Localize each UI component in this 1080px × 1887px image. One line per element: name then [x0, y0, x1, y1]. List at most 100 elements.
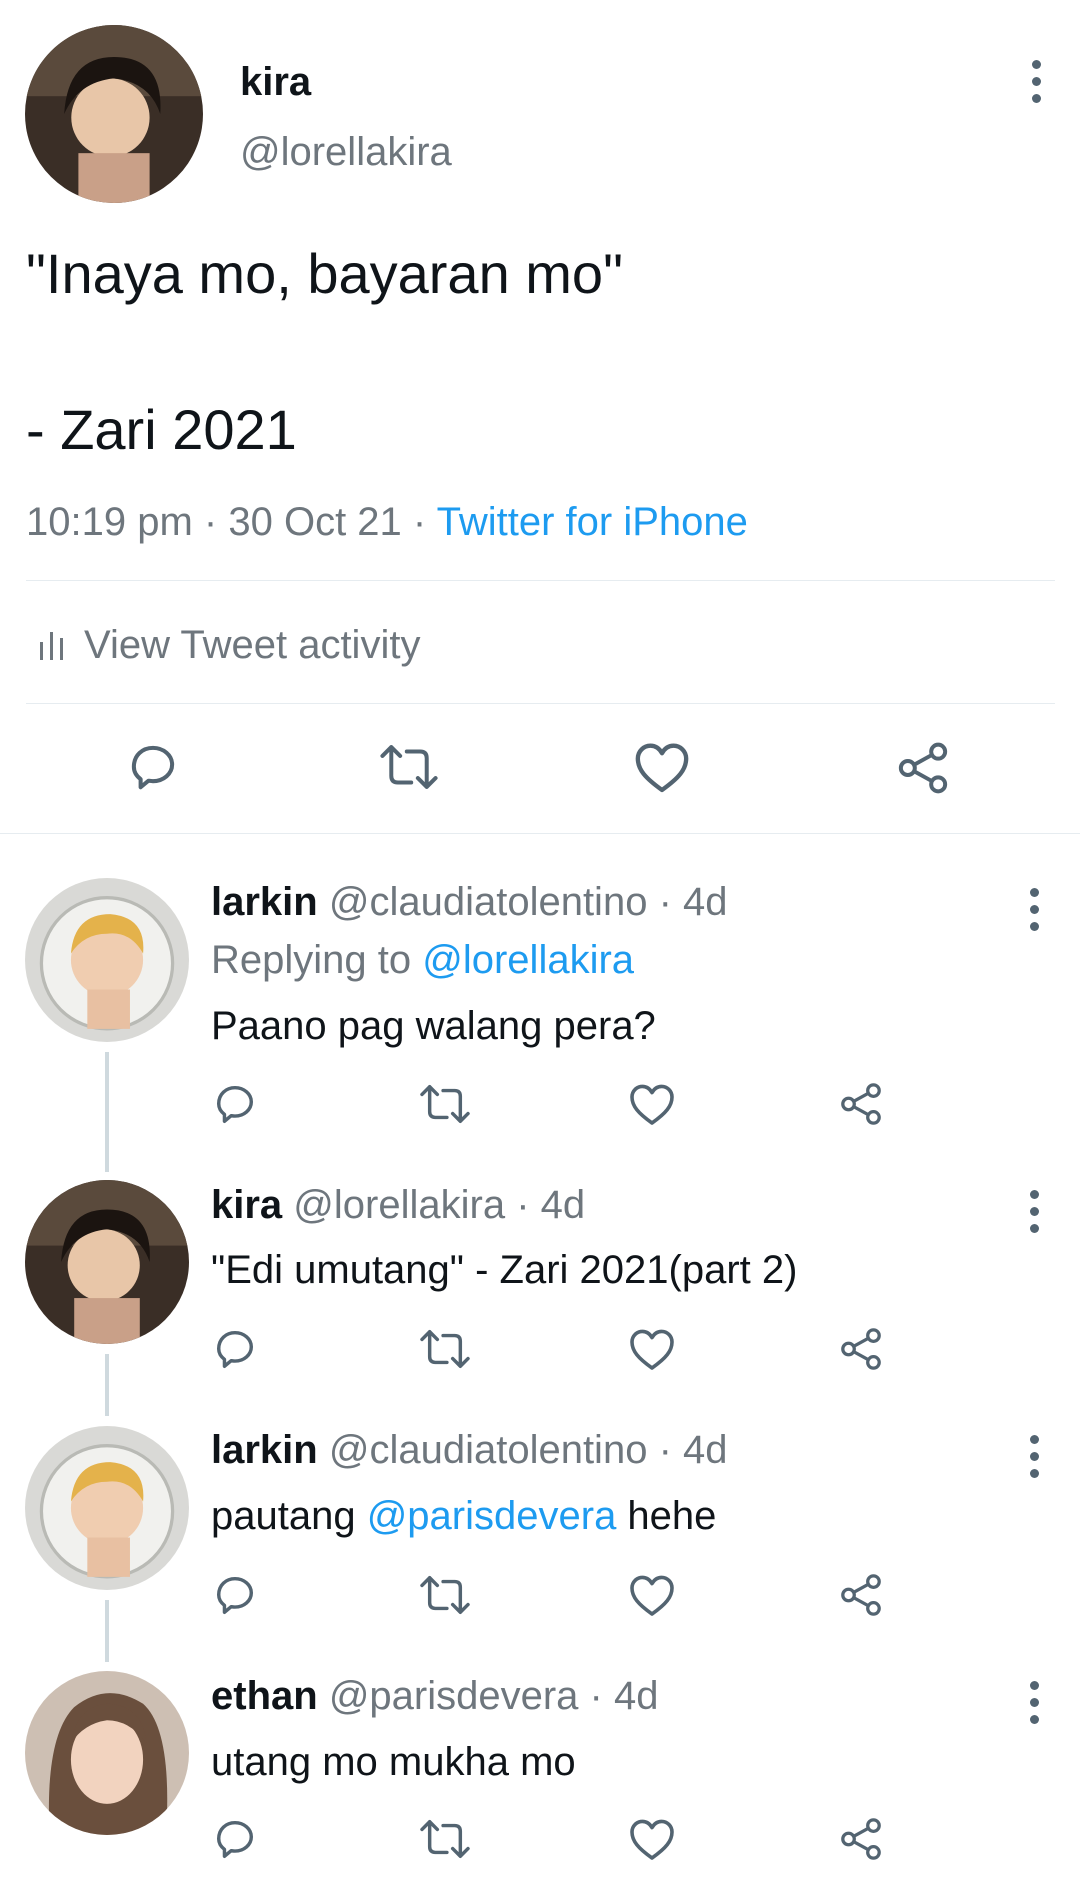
- author-handle[interactable]: @lorellakira: [293, 1183, 505, 1227]
- author-name[interactable]: ethan: [211, 1674, 318, 1718]
- more-options-button[interactable]: [1024, 1190, 1044, 1240]
- retweet-icon: [420, 1085, 470, 1123]
- reply-age: 4d: [683, 880, 728, 924]
- more-vertical-icon: [1029, 1681, 1039, 1690]
- reply-icon: [216, 1330, 254, 1368]
- reply-button[interactable]: [212, 1572, 258, 1618]
- meta-separator: ·: [412, 500, 427, 544]
- author-name[interactable]: larkin: [211, 880, 318, 924]
- share-icon: [841, 1083, 881, 1125]
- reply-text: pautang @parisdevera hehe: [211, 1494, 716, 1538]
- retweet-button[interactable]: [418, 1081, 472, 1127]
- avatar-larkin[interactable]: [25, 1426, 189, 1590]
- more-vertical-icon: [1029, 888, 1039, 897]
- author-name[interactable]: larkin: [211, 1428, 318, 1472]
- avatar-larkin[interactable]: [25, 878, 189, 1042]
- avatar-ethan[interactable]: [25, 1671, 189, 1835]
- retweet-button[interactable]: [418, 1572, 472, 1618]
- author-name[interactable]: kira: [211, 1183, 282, 1227]
- like-button[interactable]: [628, 1816, 676, 1862]
- share-button[interactable]: [895, 740, 951, 796]
- retweet-button[interactable]: [378, 740, 440, 794]
- more-options-button[interactable]: [1026, 60, 1046, 110]
- like-button[interactable]: [628, 1081, 676, 1127]
- author-name[interactable]: kira: [240, 58, 311, 106]
- more-vertical-icon: [1031, 60, 1041, 69]
- meta-separator: ·: [658, 880, 672, 924]
- meta-separator: ·: [516, 1183, 530, 1227]
- divider: [0, 833, 1080, 834]
- view-tweet-activity-label: View Tweet activity: [84, 623, 421, 667]
- reply-age: 4d: [540, 1183, 586, 1227]
- reply-button[interactable]: [212, 1081, 258, 1127]
- thread-line: [105, 1600, 109, 1662]
- replying-to-mention[interactable]: @lorellakira: [422, 938, 634, 982]
- reply-text-before: pautang: [211, 1494, 367, 1538]
- heart-icon: [630, 1575, 674, 1616]
- author-handle[interactable]: @parisdevera: [329, 1674, 579, 1718]
- retweet-button[interactable]: [418, 1816, 472, 1862]
- author-handle[interactable]: @claudiatolentino: [329, 880, 648, 924]
- tweet-source-link[interactable]: Twitter for iPhone: [437, 500, 748, 544]
- more-options-button[interactable]: [1024, 888, 1044, 938]
- meta-separator: ·: [589, 1674, 603, 1718]
- retweet-button[interactable]: [418, 1326, 472, 1372]
- reply-header: ethan @parisdevera · 4d: [211, 1674, 659, 1718]
- replying-to-prefix: Replying to: [211, 938, 412, 982]
- share-button[interactable]: [838, 1816, 884, 1862]
- heart-icon: [635, 743, 689, 793]
- tweet-meta: 10:19 pm · 30 Oct 21 · Twitter for iPhon…: [26, 498, 748, 546]
- share-button[interactable]: [838, 1326, 884, 1372]
- replying-to: Replying to @lorellakira: [211, 938, 634, 982]
- reply-age: 4d: [614, 1674, 659, 1718]
- like-button[interactable]: [633, 740, 691, 794]
- retweet-icon: [420, 1330, 470, 1368]
- reply-button[interactable]: [212, 1816, 258, 1862]
- retweet-icon: [420, 1820, 470, 1858]
- tweet-date: 30 Oct 21: [228, 500, 402, 544]
- tweet-time: 10:19 pm: [26, 500, 193, 544]
- tweet-text-line1: "Inaya mo, bayaran mo": [26, 242, 623, 305]
- retweet-icon: [380, 745, 438, 789]
- reply-text: "Edi umutang" - Zari 2021(part 2): [211, 1248, 798, 1292]
- reply-icon: [216, 1085, 254, 1123]
- more-vertical-icon: [1029, 1435, 1039, 1444]
- avatar-kira[interactable]: [25, 1180, 189, 1344]
- avatar-kira[interactable]: [25, 25, 203, 203]
- author-handle[interactable]: @lorellakira: [240, 128, 452, 176]
- reply-icon: [216, 1820, 254, 1858]
- heart-icon: [630, 1084, 674, 1125]
- retweet-icon: [420, 1576, 470, 1614]
- reply-text-after: hehe: [616, 1494, 717, 1538]
- share-icon: [841, 1574, 881, 1616]
- more-vertical-icon: [1029, 1190, 1039, 1199]
- share-icon: [898, 742, 948, 794]
- divider: [26, 580, 1055, 581]
- heart-icon: [630, 1329, 674, 1370]
- reply-text: utang mo mukha mo: [211, 1740, 576, 1784]
- reply-header: larkin @claudiatolentino · 4d: [211, 1428, 728, 1472]
- divider: [26, 703, 1055, 704]
- reply-header: larkin @claudiatolentino · 4d: [211, 880, 728, 924]
- reply-header: kira @lorellakira · 4d: [211, 1183, 585, 1227]
- thread-line: [105, 1052, 109, 1172]
- reply-button[interactable]: [126, 740, 180, 794]
- like-button[interactable]: [628, 1572, 676, 1618]
- more-options-button[interactable]: [1024, 1435, 1044, 1485]
- share-button[interactable]: [838, 1081, 884, 1127]
- author-handle[interactable]: @claudiatolentino: [329, 1428, 648, 1472]
- reply-age: 4d: [683, 1428, 728, 1472]
- more-options-button[interactable]: [1024, 1681, 1044, 1731]
- reply-icon: [216, 1576, 254, 1614]
- like-button[interactable]: [628, 1326, 676, 1372]
- share-button[interactable]: [838, 1572, 884, 1618]
- share-icon: [841, 1328, 881, 1370]
- heart-icon: [630, 1819, 674, 1860]
- meta-separator: ·: [203, 500, 218, 544]
- bar-chart-icon: [38, 628, 66, 662]
- reply-button[interactable]: [212, 1326, 258, 1372]
- thread-line: [105, 1354, 109, 1416]
- share-icon: [841, 1818, 881, 1860]
- mention-link[interactable]: @parisdevera: [367, 1494, 617, 1538]
- reply-text: Paano pag walang pera?: [211, 1004, 656, 1048]
